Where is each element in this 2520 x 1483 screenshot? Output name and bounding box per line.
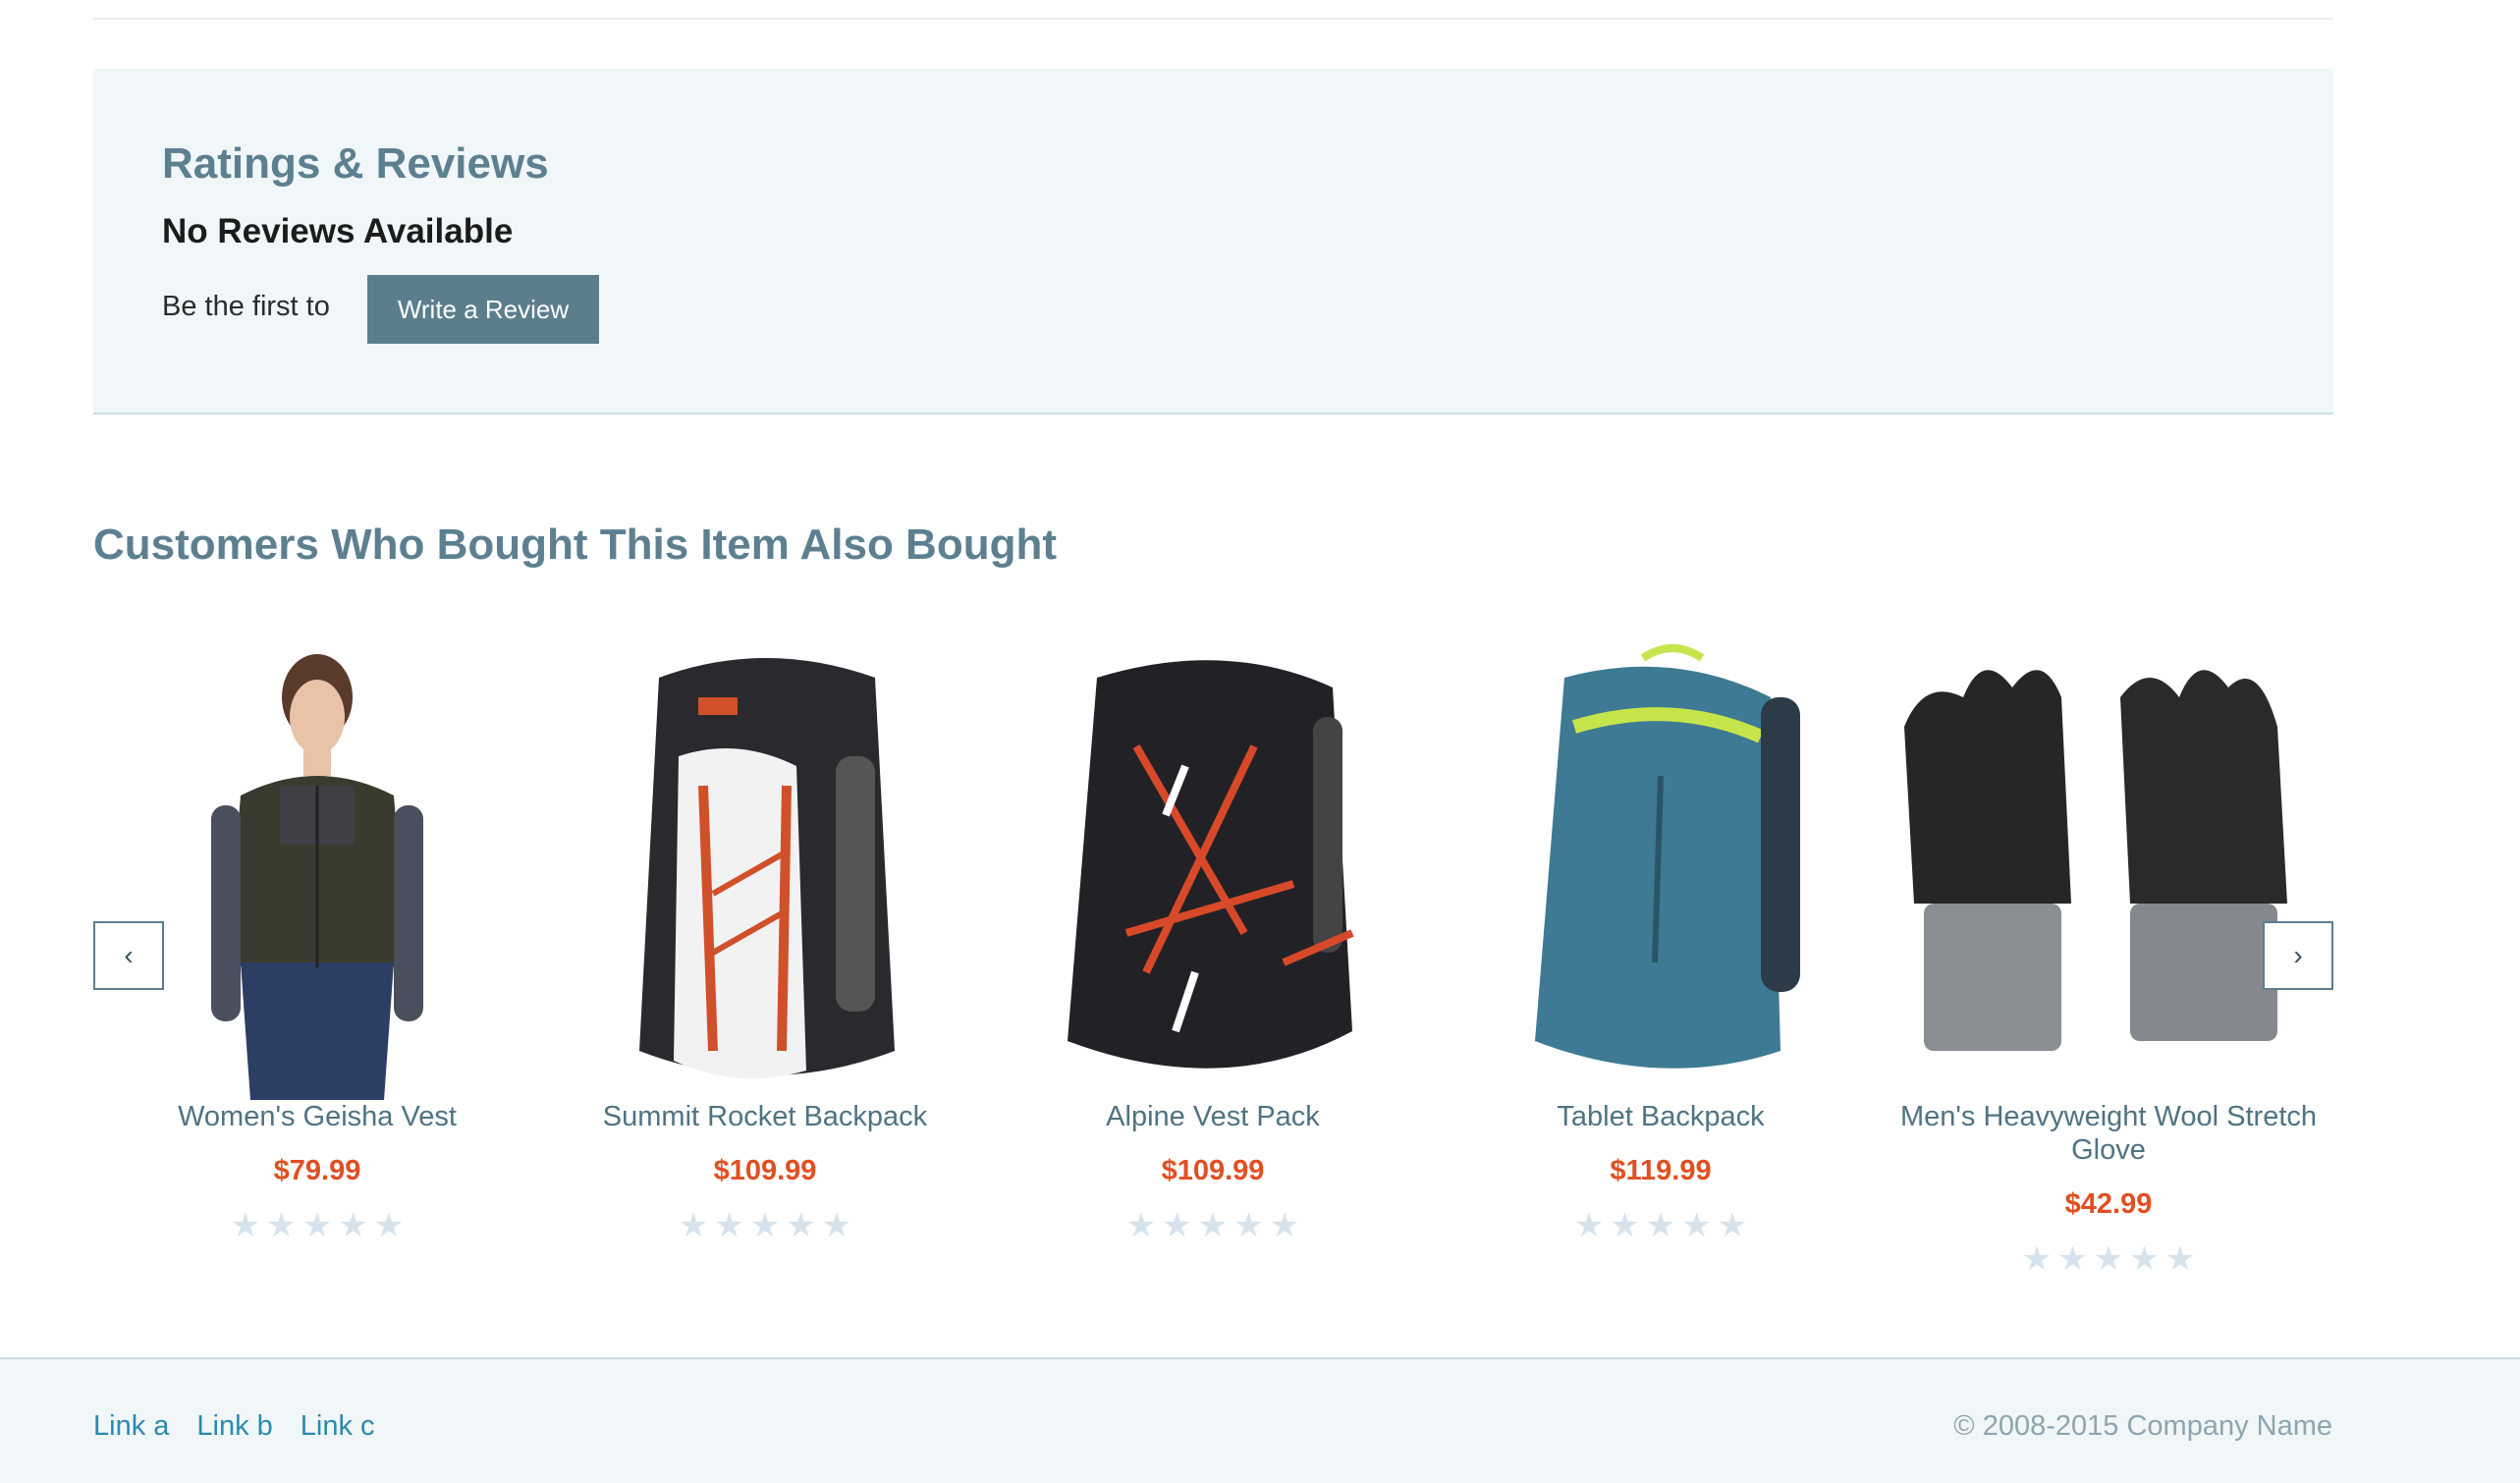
star-icon: ★ <box>714 1207 744 1244</box>
product-name[interactable]: Men's Heavyweight Wool Stretch Glove <box>1885 1100 2332 1167</box>
footer-links: Link a Link b Link c <box>93 1410 375 1443</box>
star-icon: ★ <box>1162 1207 1192 1244</box>
star-icon: ★ <box>1233 1207 1264 1244</box>
product-image[interactable] <box>989 638 1437 1100</box>
star-icon: ★ <box>1645 1207 1676 1244</box>
star-icon: ★ <box>749 1207 781 1244</box>
product-image[interactable] <box>93 638 541 1100</box>
product-name[interactable]: Women's Geisha Vest <box>93 1100 541 1133</box>
product-image[interactable] <box>1437 638 1885 1100</box>
rating-stars: ★ ★ ★ ★ ★ <box>93 1209 541 1242</box>
product-card[interactable]: Summit Rocket Backpack $109.99 ★ ★ ★ ★ ★ <box>541 638 989 1242</box>
rating-stars: ★ ★ ★ ★ ★ <box>541 1209 989 1242</box>
no-reviews-text: No Reviews Available <box>162 212 514 250</box>
reviews-title: Ratings & Reviews <box>162 139 549 188</box>
page-footer: Link a Link b Link c © 2008-2015 Company… <box>0 1357 2520 1483</box>
copyright-text: © 2008-2015 Company Name <box>1953 1410 2332 1442</box>
star-icon: ★ <box>1197 1207 1229 1244</box>
chevron-right-icon: › <box>2293 940 2303 970</box>
product-name[interactable]: Tablet Backpack <box>1437 1100 1885 1133</box>
product-price: $42.99 <box>2064 1188 2153 1220</box>
star-icon: ★ <box>2057 1240 2088 1278</box>
chevron-left-icon: ‹ <box>124 940 134 970</box>
star-icon: ★ <box>821 1207 852 1244</box>
rating-stars: ★ ★ ★ ★ ★ <box>1437 1209 1885 1242</box>
ratings-reviews-panel: Ratings & Reviews No Reviews Available B… <box>93 69 2333 414</box>
star-icon: ★ <box>1269 1207 1300 1244</box>
star-icon: ★ <box>266 1207 297 1244</box>
top-divider <box>93 18 2333 20</box>
be-first-text: Be the first to <box>162 291 330 322</box>
star-icon: ★ <box>1681 1207 1712 1244</box>
product-price: $119.99 <box>1610 1155 1712 1186</box>
star-icon: ★ <box>2093 1240 2124 1278</box>
product-image[interactable] <box>541 638 989 1100</box>
footer-link-c[interactable]: Link c <box>301 1410 375 1443</box>
product-price: $79.99 <box>273 1155 361 1186</box>
star-icon: ★ <box>1125 1207 1157 1244</box>
rating-stars: ★ ★ ★ ★ ★ <box>989 1209 1437 1242</box>
footer-link-a[interactable]: Link a <box>93 1410 169 1443</box>
product-card[interactable]: Alpine Vest Pack $109.99 ★ ★ ★ ★ ★ <box>989 638 1437 1242</box>
carousel-next-button[interactable]: › <box>2263 921 2333 990</box>
star-icon: ★ <box>1573 1207 1605 1244</box>
star-icon: ★ <box>338 1207 368 1244</box>
footer-link-b[interactable]: Link b <box>196 1410 272 1443</box>
star-icon: ★ <box>2021 1240 2053 1278</box>
product-carousel: ‹ › Women's Geisha Vest $79.99 ★★★★★ <box>93 638 2333 1326</box>
product-name[interactable]: Summit Rocket Backpack <box>541 1100 989 1133</box>
write-review-button[interactable]: Write a Review <box>367 275 599 344</box>
star-icon: ★ <box>1610 1207 1640 1244</box>
star-icon: ★ <box>2164 1240 2196 1278</box>
star-icon: ★ <box>1717 1207 1748 1244</box>
star-icon: ★ <box>230 1207 261 1244</box>
rating-stars: ★ ★ ★ ★ ★ <box>1885 1242 2332 1276</box>
star-icon: ★ <box>786 1207 816 1244</box>
star-icon: ★ <box>2129 1240 2160 1278</box>
also-bought-title: Customers Who Bought This Item Also Boug… <box>93 521 1057 569</box>
star-icon: ★ <box>678 1207 709 1244</box>
product-price: $109.99 <box>713 1155 817 1186</box>
star-icon: ★ <box>301 1207 333 1244</box>
star-icon: ★ <box>373 1207 405 1244</box>
product-price: $109.99 <box>1161 1155 1265 1186</box>
product-image[interactable] <box>1885 638 2332 1100</box>
carousel-prev-button[interactable]: ‹ <box>93 921 164 990</box>
product-name[interactable]: Alpine Vest Pack <box>989 1100 1437 1133</box>
product-card[interactable]: Tablet Backpack $119.99 ★ ★ ★ ★ ★ <box>1437 638 1885 1242</box>
